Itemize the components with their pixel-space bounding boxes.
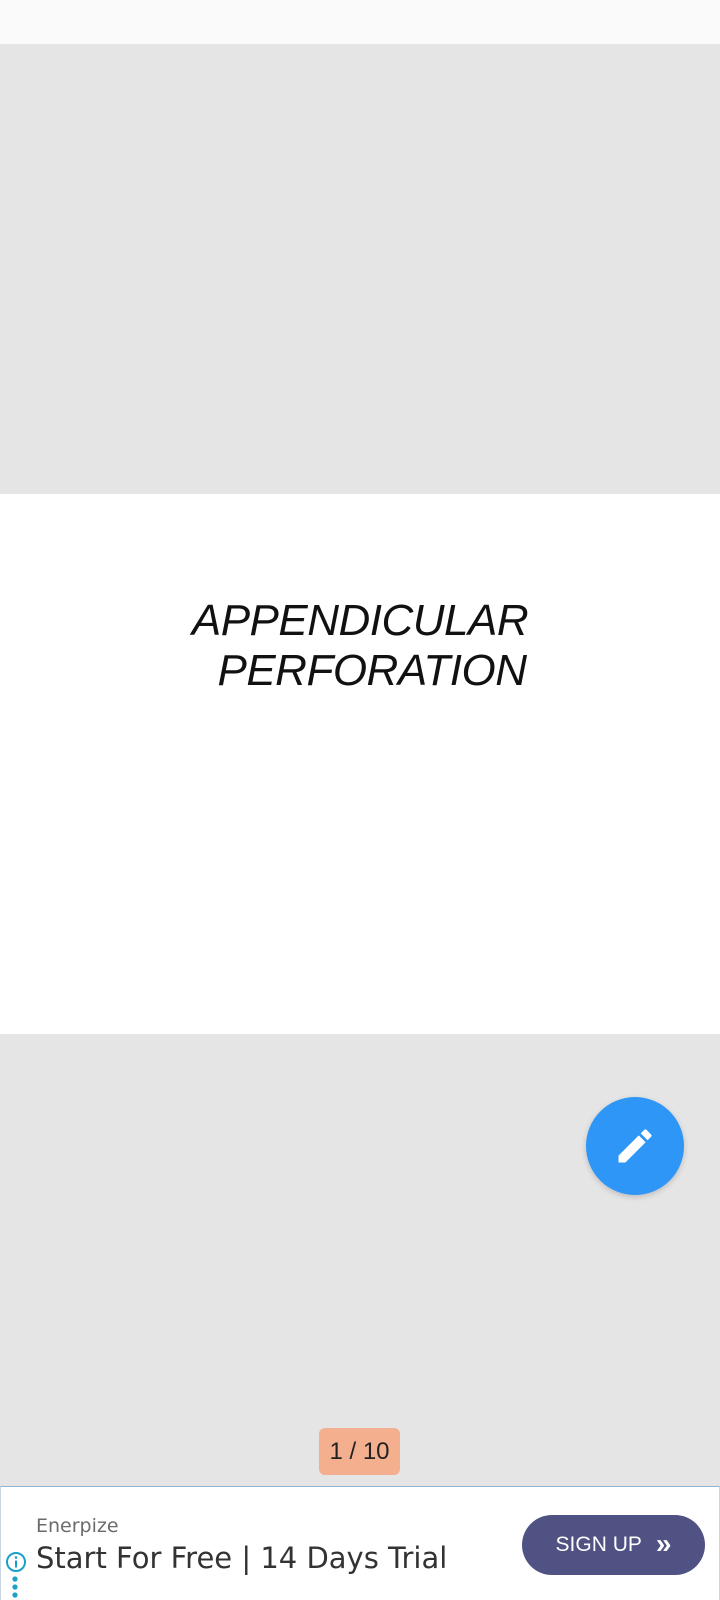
status-bar [0,0,720,44]
page-indicator: 1 / 10 [319,1428,400,1475]
slide-title: APPENDICULAR PERFORATION [0,596,720,696]
ad-banner[interactable]: Enerpize Start For Free | 14 Days Trial … [0,1486,720,1600]
sign-up-label: SIGN UP [555,1533,642,1556]
slide-title-line-1: APPENDICULAR [191,596,529,645]
info-icon[interactable] [5,1551,27,1573]
edit-button[interactable] [586,1097,684,1195]
pencil-icon [618,1129,652,1163]
ad-headline[interactable]: Start For Free | 14 Days Trial [36,1541,447,1575]
slide-title-line-2: PERFORATION [217,646,527,695]
sign-up-button[interactable]: SIGN UP » [522,1515,705,1575]
more-vertical-icon[interactable] [11,1575,19,1599]
double-chevron-right-icon: » [655,1527,672,1559]
ad-brand[interactable]: Enerpize [36,1515,119,1537]
slide-page[interactable]: APPENDICULAR PERFORATION [0,494,720,1034]
